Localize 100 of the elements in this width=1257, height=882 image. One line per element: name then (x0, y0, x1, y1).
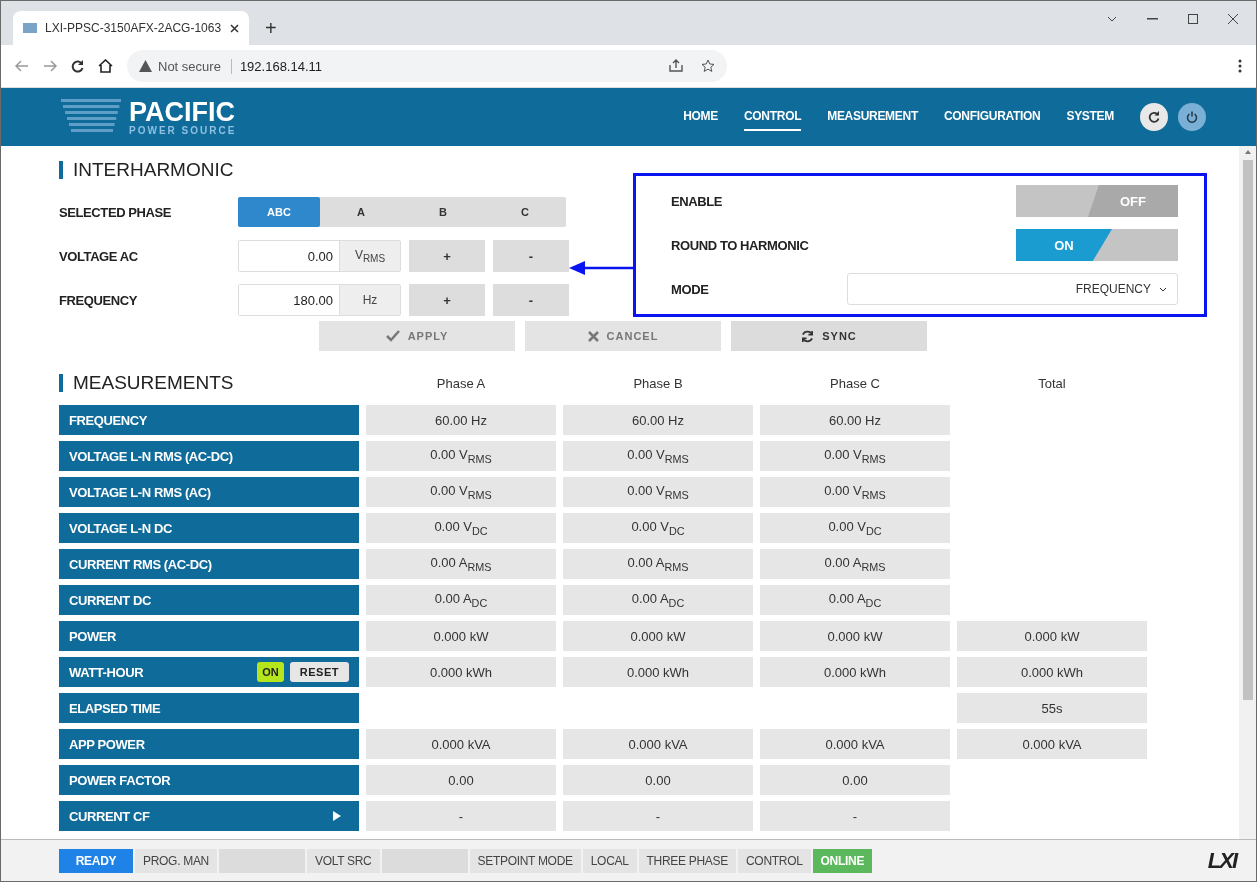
row-label: FREQUENCY (69, 412, 148, 428)
table-cell: 0.00 A$_{RMS}$ (366, 549, 556, 579)
row-label: CURRENT DC (69, 592, 151, 608)
power-icon (1186, 111, 1198, 123)
section-marker (59, 374, 63, 392)
address-bar[interactable]: Not secure 192.168.14.11 (127, 50, 727, 82)
warning-icon (139, 60, 152, 72)
browser-tab[interactable]: LXI-PPSC-3150AFX-2ACG-1063 (13, 11, 249, 45)
table-cell: 0.00 V$_{RMS}$ (366, 441, 556, 471)
table-cell: 0.00 A$_{RMS}$ (563, 549, 753, 579)
table-cell: 0.00 V$_{DC}$ (563, 513, 753, 543)
close-icon[interactable] (230, 23, 239, 33)
reload-icon[interactable] (71, 59, 84, 73)
chevron-down-icon[interactable] (1107, 16, 1117, 22)
section-title: INTERHARMONIC (73, 159, 234, 181)
setting-label: MODE (671, 281, 709, 297)
number-field[interactable]: 180.00 Hz (238, 284, 401, 316)
toggle-state: ON (1016, 229, 1112, 261)
increment-button[interactable]: + (409, 284, 485, 316)
table-cell: 0.00 A$_{DC}$ (563, 585, 753, 615)
status-indicator: PROG. MAN (135, 848, 217, 873)
apply-button[interactable]: APPLY (319, 321, 515, 351)
row-label: ELAPSED TIME (69, 700, 161, 716)
table-cell: 60.00 Hz (366, 405, 556, 435)
table-cell: 0.000 kW (957, 621, 1147, 651)
close-icon[interactable] (1228, 14, 1238, 24)
table-cell: - (760, 801, 950, 831)
forward-icon[interactable] (43, 60, 57, 72)
table-cell: 0.00 V$_{RMS}$ (760, 477, 950, 507)
phase-button[interactable]: ABC (238, 197, 320, 227)
table-cell: 0.00 V$_{RMS}$ (366, 477, 556, 507)
nav-link[interactable]: CONFIGURATION (943, 103, 1041, 131)
reset-button[interactable]: RESET (289, 662, 349, 682)
home-icon[interactable] (98, 59, 113, 73)
lxi-logo: LXI (1207, 847, 1236, 874)
table-cell: 55s (957, 693, 1147, 723)
scrollbar[interactable] (1239, 146, 1256, 839)
sync-button[interactable]: SYNC (731, 321, 927, 351)
table-cell: 0.000 kVA (366, 729, 556, 759)
new-tab-button[interactable]: + (257, 11, 285, 45)
power-button[interactable] (1178, 103, 1206, 131)
scroll-up-icon[interactable] (1244, 150, 1251, 154)
increment-button[interactable]: + (409, 240, 485, 272)
share-icon[interactable] (669, 59, 683, 72)
table-cell: 0.000 kVA (563, 729, 753, 759)
url-text: 192.168.14.11 (230, 58, 323, 74)
status-indicator: SETPOINT MODE (469, 848, 581, 873)
toggle-button[interactable]: ON (257, 662, 284, 682)
back-icon[interactable] (15, 60, 29, 72)
table-cell: - (563, 801, 753, 831)
nav-link[interactable]: HOME (683, 103, 718, 131)
status-indicator: VOLT SRC (307, 848, 380, 873)
status-indicator: READY (59, 848, 133, 873)
toggle-state: OFF (1088, 185, 1178, 217)
play-icon[interactable] (333, 811, 341, 821)
column-header: Phase A (435, 375, 487, 391)
row-label: CURRENT CF (69, 808, 150, 824)
decrement-button[interactable]: - (493, 284, 569, 316)
setting-label: ENABLE (671, 193, 723, 209)
logo-icon (61, 99, 121, 135)
maximize-icon[interactable] (1188, 14, 1198, 24)
status-indicator: CONTROL (738, 848, 811, 873)
table-cell: 0.000 kWh (760, 657, 950, 687)
logo-subtitle: POWER SOURCE (129, 125, 237, 136)
table-cell: 0.00 (563, 765, 753, 795)
table-cell: 0.00 (760, 765, 950, 795)
page-icon (23, 23, 37, 33)
table-cell: 0.00 (366, 765, 556, 795)
row-label: VOLTAGE L-N RMS (AC) (69, 484, 211, 500)
logo-title: PACIFIC (129, 98, 236, 126)
nav-link[interactable]: SYSTEM (1066, 103, 1114, 131)
close-icon (587, 330, 599, 342)
row-label: APP POWER (69, 736, 145, 752)
table-cell: 0.000 kW (563, 621, 753, 651)
row-label: WATT-HOUR (69, 664, 144, 680)
row-label: POWER (69, 628, 117, 644)
table-cell: 0.00 V$_{RMS}$ (563, 441, 753, 471)
menu-icon[interactable] (1238, 59, 1242, 73)
setting-label: ROUND TO HARMONIC (671, 237, 809, 253)
nav-link[interactable]: MEASUREMENT (827, 103, 918, 131)
column-header: Phase B (632, 375, 684, 391)
table-cell: 0.000 kWh (563, 657, 753, 687)
cancel-button[interactable]: CANCEL (525, 321, 721, 351)
field-label: FREQUENCY (59, 292, 139, 308)
table-cell: - (366, 801, 556, 831)
row-label: POWER FACTOR (69, 772, 171, 788)
table-cell: 0.000 kWh (957, 657, 1147, 687)
decrement-button[interactable]: - (493, 240, 569, 272)
number-field[interactable]: 0.00 V$_{RMS}$ (238, 240, 401, 272)
star-icon[interactable] (701, 59, 715, 73)
row-label: VOLTAGE L-N RMS (AC-DC) (69, 448, 233, 464)
table-cell: 0.00 V$_{RMS}$ (760, 441, 950, 471)
nav-link[interactable]: CONTROL (743, 103, 802, 131)
minimize-icon[interactable] (1147, 18, 1158, 20)
mode-dropdown[interactable]: FREQUENCY (847, 273, 1178, 305)
refresh-button[interactable] (1140, 103, 1168, 131)
refresh-icon (1148, 111, 1160, 123)
table-cell: 0.00 V$_{DC}$ (366, 513, 556, 543)
table-cell: 0.00 V$_{DC}$ (760, 513, 950, 543)
table-cell: 60.00 Hz (760, 405, 950, 435)
